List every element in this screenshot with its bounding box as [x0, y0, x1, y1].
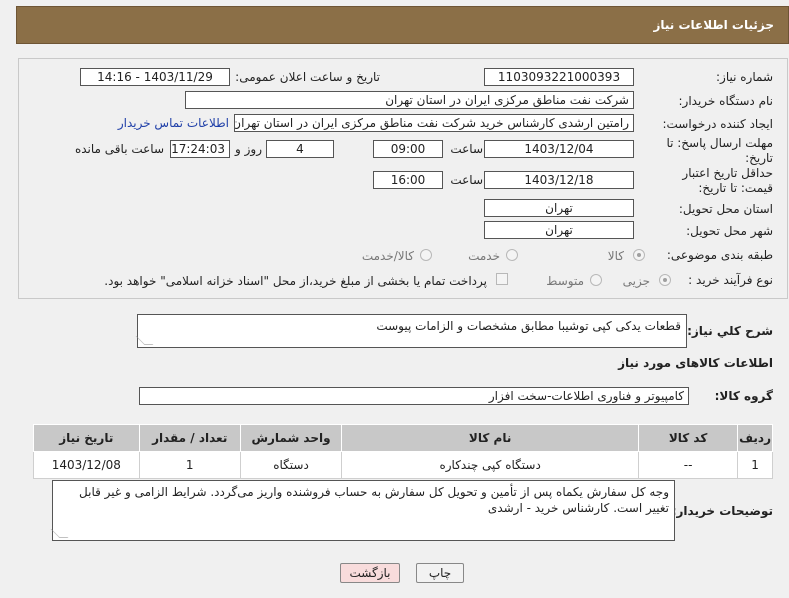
validity-time-label: ساعت — [450, 173, 483, 187]
col-goods-code: کد کالا — [638, 424, 739, 452]
cell-need-date: 1403/12/08 — [33, 451, 140, 479]
goods-section-title: اطلاعات کالاهای مورد نیاز — [618, 356, 773, 370]
cell-goods-code: -- — [638, 451, 739, 479]
page-header: جزئیات اطلاعات نیاز — [16, 6, 789, 44]
buyer-notes-textarea: وجه کل سفارش یکماه پس از تأمین و تحویل ک… — [50, 480, 675, 541]
requester-field: رامتین ارشدی کارشناس خرید شرکت نفت مناطق… — [234, 114, 634, 132]
category-service-radio[interactable] — [506, 249, 518, 261]
cell-goods-name: دستگاه کپی چندکاره — [341, 451, 640, 479]
process-label: نوع فرآیند خرید : — [688, 273, 773, 287]
description-text: قطعات یدکی کپی توشیبا مطابق مشخصات و الز… — [376, 319, 681, 333]
description-textarea: قطعات یدکی کپی توشیبا مطابق مشخصات و الز… — [135, 314, 687, 348]
reply-time-field: 09:00 — [373, 140, 443, 158]
description-label: شرح کلي نياز: — [687, 324, 773, 338]
reply-date-field: 1403/12/04 — [484, 140, 634, 158]
print-button[interactable]: چاپ — [416, 563, 464, 583]
buyer-org-label: نام دستگاه خریدار: — [678, 94, 774, 108]
cell-quantity: 1 — [138, 451, 241, 479]
treasury-payment-checkbox[interactable] — [496, 273, 508, 285]
category-goods-service-option: کالا/خدمت — [361, 249, 414, 263]
col-row-number: ردیف — [737, 424, 773, 452]
payment-note: پرداخت تمام یا بخشی از مبلغ خرید،از محل … — [104, 274, 487, 288]
cell-unit: دستگاه — [239, 451, 343, 479]
table-row: 1 -- دستگاه کپی چندکاره دستگاه 1 1403/12… — [33, 451, 773, 479]
need-number-label: شماره نیاز: — [716, 70, 773, 84]
province-field: تهران — [484, 199, 634, 217]
col-goods-name: نام کالا — [341, 424, 640, 452]
announce-field: 1403/11/29 - 14:16 — [80, 68, 230, 86]
category-service-option: خدمت — [468, 249, 500, 263]
col-quantity: تعداد / مقدار — [138, 424, 241, 452]
buyer-notes-label: توضیحات خریدار: — [671, 504, 773, 518]
resize-grip-icon — [135, 336, 154, 345]
reply-time-label: ساعت — [450, 142, 483, 156]
process-minor-radio[interactable] — [659, 274, 671, 286]
validity-date-field: 1403/12/18 — [484, 171, 634, 189]
goods-group-label: گروه کالا: — [714, 389, 773, 403]
city-label: شهر محل تحویل: — [686, 224, 773, 238]
days-field: 4 — [266, 140, 334, 158]
remaining-label: ساعت باقی مانده — [74, 142, 164, 156]
resize-grip-icon — [50, 529, 69, 538]
back-button[interactable]: بازگشت — [340, 563, 400, 583]
city-field: تهران — [484, 221, 634, 239]
days-label: روز و — [235, 142, 262, 156]
buyer-notes-text: وجه کل سفارش یکماه پس از تأمین و تحویل ک… — [79, 485, 669, 515]
goods-group-field: کامپیوتر و فناوری اطلاعات-سخت افزار — [139, 387, 689, 405]
col-need-date: تاریخ نیاز — [33, 424, 140, 452]
buyer-contact-link[interactable]: اطلاعات تماس خریدار — [118, 116, 229, 130]
province-label: استان محل تحویل: — [678, 202, 773, 216]
process-minor-option: جزیی — [622, 274, 650, 288]
remaining-time-field: 17:24:03 — [170, 140, 230, 158]
category-goods-service-radio[interactable] — [420, 249, 432, 261]
buyer-org-field: شرکت نفت مناطق مرکزی ایران در استان تهرا… — [185, 91, 634, 109]
validity-time-field: 16:00 — [373, 171, 443, 189]
need-number-field: 1103093221000393 — [484, 68, 634, 86]
col-unit: واحد شمارش — [239, 424, 343, 452]
process-medium-option: متوسط — [546, 274, 584, 288]
process-medium-radio[interactable] — [590, 274, 602, 286]
announce-label: تاریخ و ساعت اعلان عمومی: — [235, 70, 380, 84]
category-goods-radio[interactable] — [633, 249, 645, 261]
table-header-row: ردیف کد کالا نام کالا واحد شمارش تعداد /… — [33, 424, 773, 452]
page-title: جزئیات اطلاعات نیاز — [653, 18, 774, 32]
reply-deadline-label: مهلت ارسال پاسخ: تا تاریخ: — [666, 136, 773, 165]
requester-label: ایجاد کننده درخواست: — [662, 117, 773, 131]
category-label: طبقه بندی موضوعی: — [666, 248, 773, 262]
category-goods-option: کالا — [607, 249, 624, 263]
cell-row-number: 1 — [737, 451, 773, 479]
validity-label: حداقل تاریخ اعتبار قیمت: تا تاریخ: — [682, 166, 773, 195]
goods-table: ردیف کد کالا نام کالا واحد شمارش تعداد /… — [33, 424, 773, 479]
